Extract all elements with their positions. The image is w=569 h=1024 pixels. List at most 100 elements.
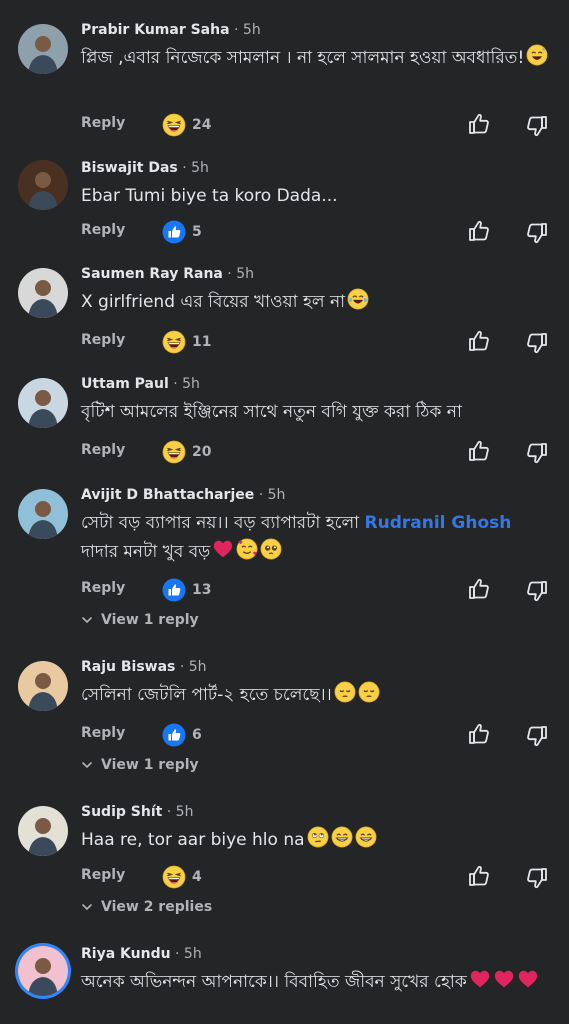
reply-button[interactable]: Reply [81, 442, 125, 458]
comment-text: সেটা বড় ব্যাপার নয়।। বড় ব্যাপারটা হলো… [81, 509, 551, 567]
reaction-summary[interactable]: 24 [162, 112, 211, 138]
avatar[interactable] [18, 489, 68, 539]
avatar[interactable] [18, 661, 68, 711]
author-name[interactable]: Prabir Kumar Saha [81, 22, 230, 38]
pensive-emoji [334, 681, 356, 705]
view-replies-button[interactable]: View 1 reply [81, 612, 199, 628]
avatar[interactable] [18, 268, 68, 318]
dislike-icon[interactable] [525, 866, 549, 890]
comment-header: Biswajit Das · 5h [81, 160, 209, 176]
like-icon[interactable] [467, 439, 491, 463]
reply-button[interactable]: Reply [81, 580, 125, 596]
reaction-summary[interactable]: 20 [162, 439, 211, 465]
red-heart-emoji [212, 540, 234, 562]
comment-time: 5h [188, 659, 207, 675]
eye-roll-emoji [307, 826, 329, 850]
reaction-count: 5 [192, 224, 202, 240]
grin-emoji [355, 826, 377, 850]
avatar[interactable] [18, 378, 68, 428]
dislike-icon[interactable] [525, 724, 549, 748]
like-icon[interactable] [467, 722, 491, 746]
author-name[interactable]: Raju Biswas [81, 659, 175, 675]
author-name[interactable]: Uttam Paul [81, 376, 169, 392]
comment-feed: Prabir Kumar Saha · 5h প্লিজ ,এবার নিজেকে… [0, 0, 569, 1024]
reaction-count: 11 [192, 334, 212, 350]
author-name[interactable]: Saumen Ray Rana [81, 266, 223, 282]
avatar[interactable] [18, 806, 68, 856]
dislike-icon[interactable] [525, 331, 549, 355]
reaction-count: 4 [192, 869, 202, 885]
separator-dot: · [175, 659, 189, 675]
separator-dot: · [168, 376, 183, 392]
separator-dot: · [229, 22, 243, 38]
dislike-icon[interactable] [525, 579, 549, 603]
comment-text-part: Haa re, tor aar biye hlo na [81, 830, 305, 850]
view-replies-label: View 2 replies [101, 899, 213, 915]
reaction-summary[interactable]: 4 [162, 864, 202, 890]
separator-dot: · [162, 804, 176, 820]
comment-text: X girlfriend এর বিয়ের খাওয়া হল না [81, 288, 551, 317]
author-name[interactable]: Avijit D Bhattacharjee [81, 487, 254, 503]
reaction-summary[interactable]: 5 [162, 219, 202, 245]
like-reaction-icon [162, 723, 186, 747]
comment-text-part: X girlfriend এর বিয়ের খাওয়া হল না [81, 292, 346, 312]
chevron-down-icon [81, 901, 101, 913]
comment-actions: Reply 24 [0, 112, 569, 138]
like-icon[interactable] [467, 329, 491, 353]
mention-link[interactable]: Rudranil Ghosh [365, 513, 512, 533]
view-replies-button[interactable]: View 2 replies [81, 899, 212, 915]
laugh-emoji-icon [162, 113, 186, 137]
pleading-emoji [260, 538, 282, 562]
author-name[interactable]: Biswajit Das [81, 160, 178, 176]
comment-header: Uttam Paul · 5h [81, 376, 200, 392]
grin-emoji [331, 826, 353, 850]
reply-button[interactable]: Reply [81, 867, 125, 883]
like-icon[interactable] [467, 864, 491, 888]
comment-actions: Reply 6 [0, 722, 569, 748]
comment-time: 5h [175, 804, 194, 820]
reply-button[interactable]: Reply [81, 222, 125, 238]
comment-header: Riya Kundu · 5h [81, 946, 202, 962]
separator-dot: · [170, 946, 184, 962]
view-replies-label: View 1 reply [101, 612, 199, 628]
avatar[interactable] [18, 946, 68, 996]
laugh-emoji-icon [162, 330, 186, 354]
dislike-icon[interactable] [525, 441, 549, 465]
reaction-summary[interactable]: 13 [162, 577, 211, 603]
avatar[interactable] [18, 160, 68, 210]
author-name[interactable]: Sudip Shít [81, 804, 162, 820]
comment-actions: Reply 4 [0, 864, 569, 890]
red-heart-emoji [517, 970, 539, 992]
comment-time: 5h [191, 160, 209, 176]
like-reaction-icon [162, 220, 186, 244]
comment-time: 5h [236, 266, 254, 282]
reaction-count: 13 [192, 582, 212, 598]
comment-time: 5h [267, 487, 286, 503]
comment-text: প্লিজ ,এবার নিজেকে সামলান । না হলে সালমা… [81, 44, 551, 73]
like-icon[interactable] [467, 112, 491, 136]
like-reaction-icon [162, 578, 186, 602]
comment-header: Prabir Kumar Saha · 5h [81, 22, 261, 38]
reply-button[interactable]: Reply [81, 725, 125, 741]
separator-dot: · [254, 487, 268, 503]
reaction-summary[interactable]: 11 [162, 329, 211, 355]
like-icon[interactable] [467, 577, 491, 601]
reply-button[interactable]: Reply [81, 332, 125, 348]
dislike-icon[interactable] [525, 221, 549, 245]
view-replies-button[interactable]: View 1 reply [81, 757, 199, 773]
author-name[interactable]: Riya Kundu [81, 946, 171, 962]
reaction-summary[interactable]: 6 [162, 722, 202, 748]
laugh-emoji-icon [162, 440, 186, 464]
comment-text-part: সেটা বড় ব্যাপার নয়।। বড় ব্যাপারটা হলো [81, 513, 365, 533]
like-icon[interactable] [467, 219, 491, 243]
separator-dot: · [222, 266, 237, 282]
comment-header: Raju Biswas · 5h [81, 659, 207, 675]
comment-actions: Reply 13 [0, 577, 569, 603]
reaction-count: 6 [192, 727, 202, 743]
comment-time: 5h [183, 946, 202, 962]
dislike-icon[interactable] [525, 114, 549, 138]
comment-actions: Reply 5 [0, 219, 569, 245]
reply-button[interactable]: Reply [81, 115, 125, 131]
sweat-smile-emoji [526, 44, 548, 68]
avatar[interactable] [18, 24, 68, 74]
